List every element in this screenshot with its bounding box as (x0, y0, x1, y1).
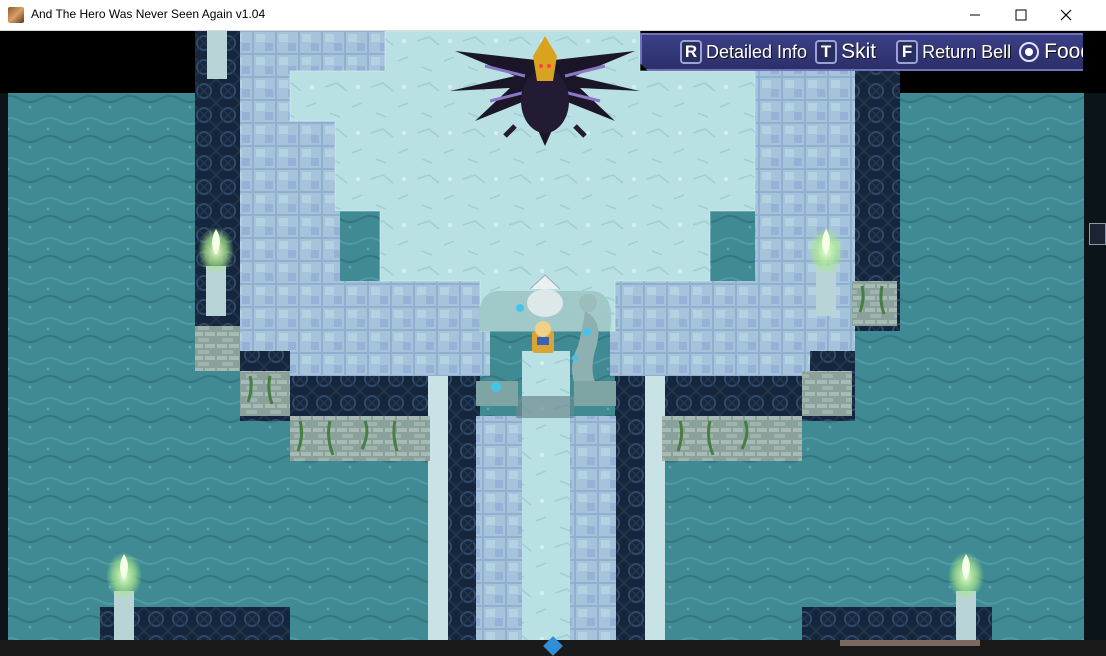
radio-circle-icon (1019, 42, 1039, 62)
hud-label-skit: Skit (841, 40, 877, 63)
pillar-left (428, 376, 448, 641)
hud-label-return-bell: Return Bell (922, 41, 1012, 62)
key-t-icon: T (815, 40, 837, 64)
game-map (0, 31, 1106, 656)
key-r-icon: R (680, 40, 702, 64)
pillar-right (645, 376, 665, 641)
key-f-icon: F (896, 40, 918, 64)
close-icon (1060, 9, 1072, 21)
hud-label-detailed-info: Detailed Info (706, 41, 808, 62)
corridor-floor (522, 351, 570, 641)
minimize-button[interactable] (952, 0, 998, 30)
hud-food[interactable]: Food (1019, 40, 1092, 64)
app-icon (8, 7, 24, 23)
hud-return-bell[interactable]: F Return Bell (896, 40, 1011, 64)
window-title: And The Hero Was Never Seen Again v1.04 (31, 7, 266, 21)
hud-panel: R Detailed Info T Skit F Return Bell Foo… (640, 33, 1083, 71)
maximize-icon (1015, 9, 1027, 21)
close-button[interactable] (1043, 0, 1089, 30)
maximize-button[interactable] (998, 0, 1044, 30)
scroll-arrow-button[interactable] (1089, 223, 1106, 245)
window-titlebar: And The Hero Was Never Seen Again v1.04 (0, 0, 1106, 31)
game-viewport[interactable]: R Detailed Info T Skit F Return Bell Foo… (0, 31, 1106, 656)
hud-skit[interactable]: T Skit (815, 40, 876, 64)
hud-detailed-info[interactable]: R Detailed Info (680, 40, 807, 64)
minimize-icon (970, 14, 980, 16)
